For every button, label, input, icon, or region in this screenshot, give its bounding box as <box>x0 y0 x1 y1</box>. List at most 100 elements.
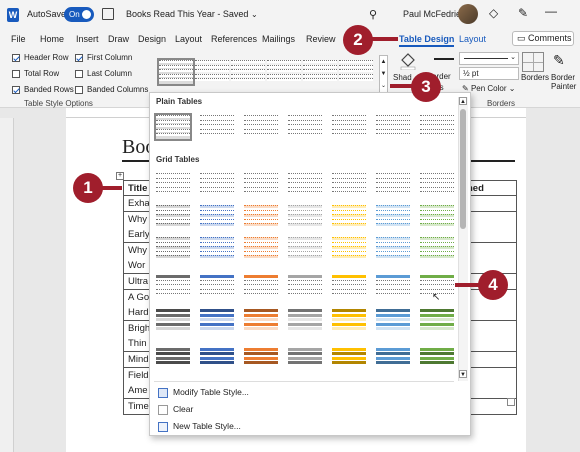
grid-table-style[interactable] <box>244 343 278 367</box>
table-cell[interactable] <box>464 367 517 384</box>
tab-home[interactable]: Home <box>40 34 64 44</box>
table-cell[interactable] <box>464 336 517 353</box>
grid-table-style[interactable] <box>332 343 366 367</box>
grid-table-style[interactable] <box>332 309 366 333</box>
grid-table-style[interactable] <box>288 237 322 261</box>
clear-item[interactable]: Clear <box>158 404 193 415</box>
tab-references[interactable]: References <box>211 34 257 44</box>
tab-table-design[interactable]: Table Design <box>399 34 455 47</box>
grid-table-style[interactable] <box>156 343 190 367</box>
user-name[interactable]: Paul McFedries <box>403 9 466 19</box>
table-cell[interactable] <box>464 211 517 228</box>
plain-table-style[interactable] <box>376 115 410 139</box>
grid-table-style[interactable] <box>200 205 234 229</box>
grid-table-style[interactable] <box>420 343 454 367</box>
border-style-icon[interactable] <box>434 58 454 60</box>
table-resize-handle[interactable] <box>507 398 515 406</box>
comments-button[interactable]: ▭ Comments <box>512 31 574 46</box>
table-cell[interactable] <box>464 352 517 368</box>
banded-columns-checkbox[interactable]: Banded Columns <box>75 85 148 94</box>
grid-table-style[interactable] <box>376 205 410 229</box>
grid-table-style[interactable] <box>156 237 190 261</box>
ribbon-style-thumb[interactable] <box>303 60 337 84</box>
grid-table-style[interactable] <box>332 205 366 229</box>
grid-table-style[interactable] <box>376 173 410 197</box>
grid-table-style[interactable] <box>200 173 234 197</box>
grid-table-style[interactable] <box>420 309 454 333</box>
grid-table-style[interactable] <box>376 309 410 333</box>
ribbon-style-thumb[interactable] <box>231 60 265 84</box>
document-title[interactable]: Books Read This Year - Saved ⌄ <box>126 9 258 19</box>
grid-table-style[interactable] <box>288 275 322 299</box>
table-cell[interactable] <box>464 242 517 259</box>
tab-file[interactable]: File <box>11 34 26 44</box>
shading-label[interactable]: Shad <box>393 73 412 82</box>
modify-table-style-item[interactable]: Modify Table Style... <box>158 387 249 398</box>
tab-table-layout[interactable]: Layout <box>459 34 486 44</box>
table-header-cell-right[interactable]: hed <box>464 180 517 196</box>
grid-table-style[interactable] <box>376 237 410 261</box>
grid-table-style[interactable] <box>244 237 278 261</box>
grid-table-style[interactable] <box>156 275 190 299</box>
header-row-checkbox[interactable]: Header Row <box>12 53 68 62</box>
total-row-checkbox[interactable]: Total Row <box>12 69 59 78</box>
plain-table-style[interactable] <box>420 115 454 139</box>
diamond-icon[interactable]: ◇ <box>489 6 498 20</box>
line-style-select[interactable]: ⌄ <box>459 52 519 65</box>
avatar[interactable] <box>458 4 478 24</box>
grid-table-style[interactable] <box>244 309 278 333</box>
table-cell[interactable] <box>464 196 517 212</box>
first-column-checkbox[interactable]: First Column <box>75 53 132 62</box>
border-painter-label[interactable]: Border Painter <box>551 73 579 91</box>
grid-table-style[interactable] <box>288 309 322 333</box>
border-painter-icon[interactable]: ✎ <box>553 52 565 69</box>
grid-table-style[interactable] <box>200 343 234 367</box>
ribbon-style-thumb[interactable] <box>157 58 195 86</box>
plain-table-style[interactable] <box>332 115 366 139</box>
grid-table-style[interactable] <box>200 275 234 299</box>
grid-table-style[interactable] <box>244 275 278 299</box>
tab-insert[interactable]: Insert <box>76 34 99 44</box>
ribbon-style-thumb[interactable] <box>195 60 229 84</box>
grid-table-style[interactable] <box>420 205 454 229</box>
grid-table-style[interactable] <box>156 173 190 197</box>
grid-table-style[interactable] <box>332 275 366 299</box>
scroll-down-icon[interactable]: ▼ <box>459 370 467 378</box>
grid-table-style[interactable] <box>200 309 234 333</box>
borders-icon[interactable] <box>522 52 544 72</box>
grid-table-style[interactable] <box>420 237 454 261</box>
grid-table-style[interactable] <box>420 173 454 197</box>
tab-review[interactable]: Review <box>306 34 336 44</box>
table-move-handle-icon[interactable]: + <box>116 172 124 180</box>
ribbon-style-thumb[interactable] <box>267 60 301 84</box>
grid-table-style[interactable] <box>200 237 234 261</box>
grid-table-style[interactable] <box>156 309 190 333</box>
table-cell[interactable] <box>464 320 517 337</box>
tab-design[interactable]: Design <box>138 34 166 44</box>
grid-table-style[interactable] <box>156 205 190 229</box>
plain-table-style[interactable] <box>154 113 192 141</box>
save-icon[interactable] <box>102 8 114 20</box>
scroll-up-icon[interactable]: ▲ <box>459 97 467 105</box>
tab-mailings[interactable]: Mailings <box>262 34 295 44</box>
plain-table-style[interactable] <box>244 115 278 139</box>
line-weight-select[interactable]: ½ pt <box>459 67 519 80</box>
table-cell[interactable] <box>464 305 517 322</box>
gallery-scroll-buttons[interactable]: ▲ ▼ ⌄ <box>379 55 388 95</box>
ribbon-style-thumb[interactable] <box>339 60 373 84</box>
autosave-toggle[interactable]: On <box>64 7 94 22</box>
tab-layout[interactable]: Layout <box>175 34 202 44</box>
grid-table-style[interactable] <box>376 275 410 299</box>
tab-draw[interactable]: Draw <box>108 34 129 44</box>
shading-bucket-icon[interactable] <box>398 52 418 71</box>
new-table-style-item[interactable]: New Table Style... <box>158 421 241 432</box>
plain-table-style[interactable] <box>288 115 322 139</box>
table-cell[interactable] <box>464 227 517 244</box>
minimize-icon[interactable]: — <box>545 4 557 18</box>
grid-table-style[interactable] <box>288 173 322 197</box>
borders-label[interactable]: Borders <box>521 73 549 82</box>
table-cell[interactable] <box>464 383 517 400</box>
ribbon-style-gallery[interactable] <box>155 54 377 94</box>
pen-icon[interactable]: ✎ <box>518 6 528 20</box>
grid-table-style[interactable] <box>244 205 278 229</box>
